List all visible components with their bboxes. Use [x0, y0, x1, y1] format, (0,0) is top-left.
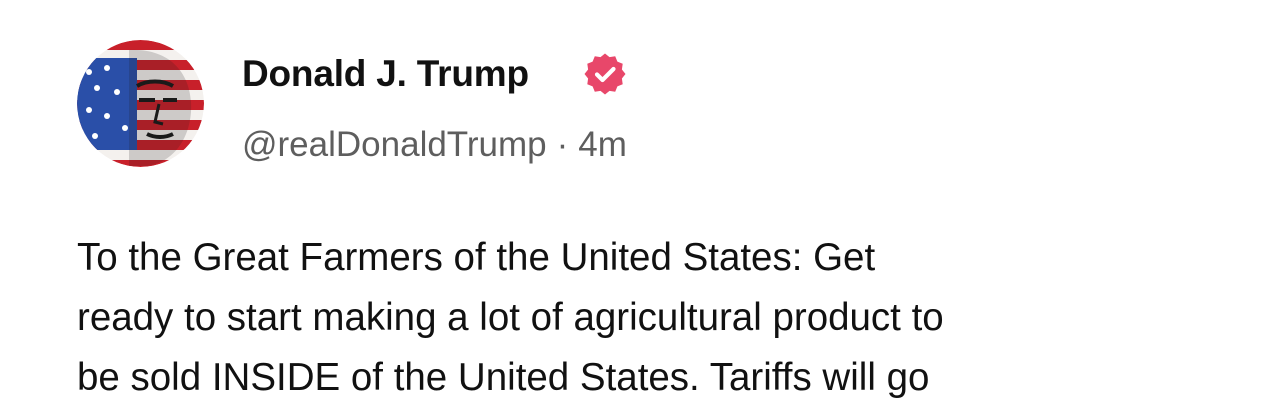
post-body: To the Great Farmers of the United State… [77, 228, 1247, 408]
author-handle[interactable]: @realDonaldTrump [242, 125, 547, 164]
post-body-line: To the Great Farmers of the United State… [77, 236, 876, 279]
flag-portrait-avatar-icon [77, 40, 204, 167]
meta-separator: · [556, 125, 569, 164]
post-body-line: be sold INSIDE of the United States. Tar… [77, 356, 930, 399]
avatar[interactable] [77, 40, 204, 167]
verified-badge-icon [584, 53, 626, 95]
author-name[interactable]: Donald J. Trump [242, 52, 529, 96]
post-card: Donald J. Trump @realDonaldTrump · 4m To t… [0, 0, 1277, 414]
post-body-line: ready to start making a lot of agricultu… [77, 296, 944, 339]
post-meta: @realDonaldTrump · 4m [242, 124, 627, 166]
post-timestamp[interactable]: 4m [578, 125, 627, 164]
